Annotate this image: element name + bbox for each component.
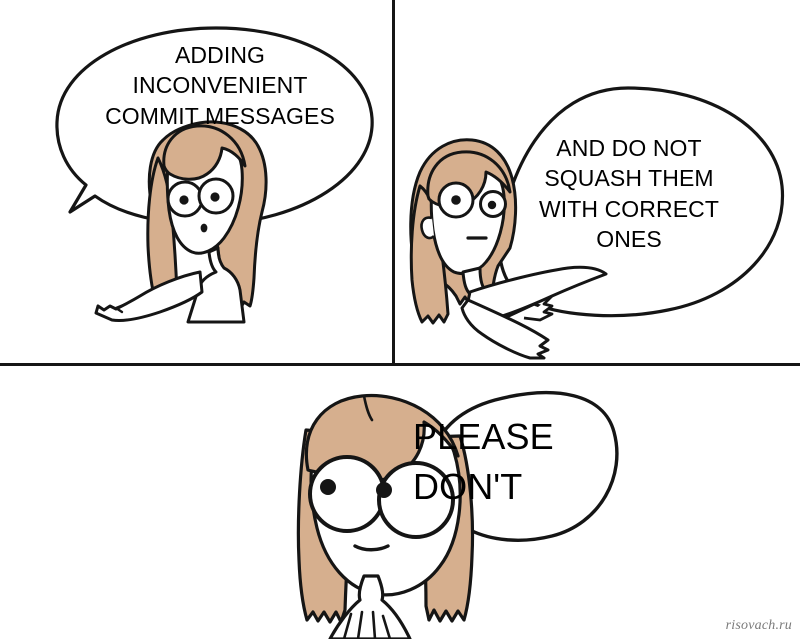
- watermark-label: risovach.ru: [725, 618, 792, 633]
- comic-strip: ADDING INCONVENIENT COMMIT MESSAGES AND …: [0, 0, 800, 639]
- pupil-left-3: [320, 479, 336, 495]
- panel-1-bubble-text: ADDING INCONVENIENT COMMIT MESSAGES: [105, 42, 335, 129]
- pupil-right-3: [376, 482, 392, 498]
- eye-left-3: [308, 455, 386, 533]
- panel-3-bubble-text: PLEASE DON'T: [413, 416, 554, 508]
- panel-divider-horizontal: [0, 363, 800, 366]
- panel-divider-vertical: [392, 0, 395, 365]
- panel-2-bubble-text: AND DO NOT SQUASH THEM WITH CORRECT ONES: [538, 135, 720, 253]
